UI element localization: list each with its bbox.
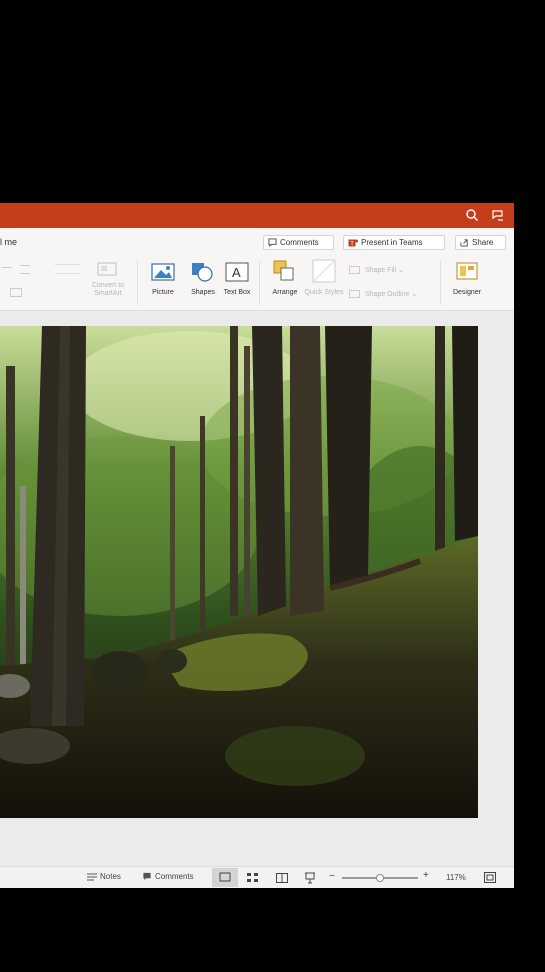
reading-view-icon[interactable] [276,873,288,883]
designer-icon [456,262,478,280]
comments-button-label: Comments [280,238,319,247]
smartart-icon [97,262,117,276]
shape-fill-icon [349,266,360,274]
zoom-in-icon[interactable]: + [423,870,429,881]
convert-smartart-label: Convert to SmartArt [91,282,125,297]
share-button[interactable]: Share [455,235,506,250]
bullets-control [2,264,42,274]
arrange-label: Arrange [272,289,298,296]
ribbon-separator [259,261,260,305]
designer-button[interactable]: Designer [447,258,487,297]
forest-photo [0,326,478,818]
svg-text:A: A [232,265,241,280]
text-box-label: Text Box [223,289,251,296]
tell-me-label[interactable]: l me [0,237,17,247]
present-in-teams-button[interactable]: T Present in Teams [343,235,445,250]
shape-outline-button[interactable]: Shape Outline ⌄ [349,290,434,299]
shape-fill-label: Shape Fill [365,266,397,274]
present-button-label: Present in Teams [361,238,423,247]
align-control [0,288,40,298]
slide[interactable] [0,326,478,818]
quick-styles-icon [312,259,336,283]
teams-icon: T [348,239,358,247]
shape-fill-button[interactable]: Shape Fill ⌄ [349,266,429,275]
picture-label: Picture [152,289,174,296]
zoom-slider[interactable] [342,874,418,882]
comment-icon [268,238,277,247]
search-icon[interactable] [464,207,480,223]
textbox-icon: A [225,262,249,282]
zoom-out-icon[interactable]: − [329,871,335,882]
feedback-icon[interactable] [490,207,506,223]
shape-outline-label: Shape Outline [365,290,410,298]
status-bar: Notes Comments − + 117% [0,866,514,888]
arrange-button[interactable]: Arrange [264,258,306,297]
quick-styles-button[interactable]: Quick Styles [304,258,344,297]
slideshow-icon[interactable] [304,872,316,884]
picture-icon [151,263,175,281]
share-icon [460,239,468,247]
svg-text:T: T [350,241,354,247]
grid-view-icon[interactable] [247,873,259,883]
notes-button[interactable]: Notes [87,872,121,881]
arrange-icon [273,260,294,281]
status-comments-label: Comments [155,872,194,881]
notes-label: Notes [100,872,121,881]
designer-label: Designer [452,289,481,296]
picture-button[interactable]: Picture [143,261,183,297]
text-box-button[interactable]: A Text Box [220,261,254,297]
comments-button[interactable]: Comments [263,235,334,250]
share-button-label: Share [472,238,494,247]
comment-icon [143,872,151,881]
text-direction-control [55,264,80,274]
powerpoint-window: l me Comments T Present in Teams Share C… [0,203,514,888]
fit-slide-icon[interactable] [484,872,496,883]
shapes-button[interactable]: Shapes [183,261,223,297]
status-comments-button[interactable]: Comments [142,872,194,881]
ribbon-separator [137,261,138,305]
zoom-slider-thumb[interactable] [376,874,384,882]
quick-styles-label: Quick Styles [304,289,344,296]
shapes-icon [192,263,213,282]
shape-outline-icon [349,290,360,298]
ribbon: l me Comments T Present in Teams Share C… [0,228,514,311]
slide-canvas [0,311,514,866]
normal-view-icon [219,872,231,882]
shapes-label: Shapes [191,289,215,296]
notes-icon [87,873,97,881]
normal-view-button[interactable] [212,868,238,887]
convert-to-smartart-button[interactable]: Convert to SmartArt [84,261,132,298]
ribbon-separator [440,261,441,305]
title-bar [0,203,514,228]
zoom-level[interactable]: 117% [446,873,466,882]
